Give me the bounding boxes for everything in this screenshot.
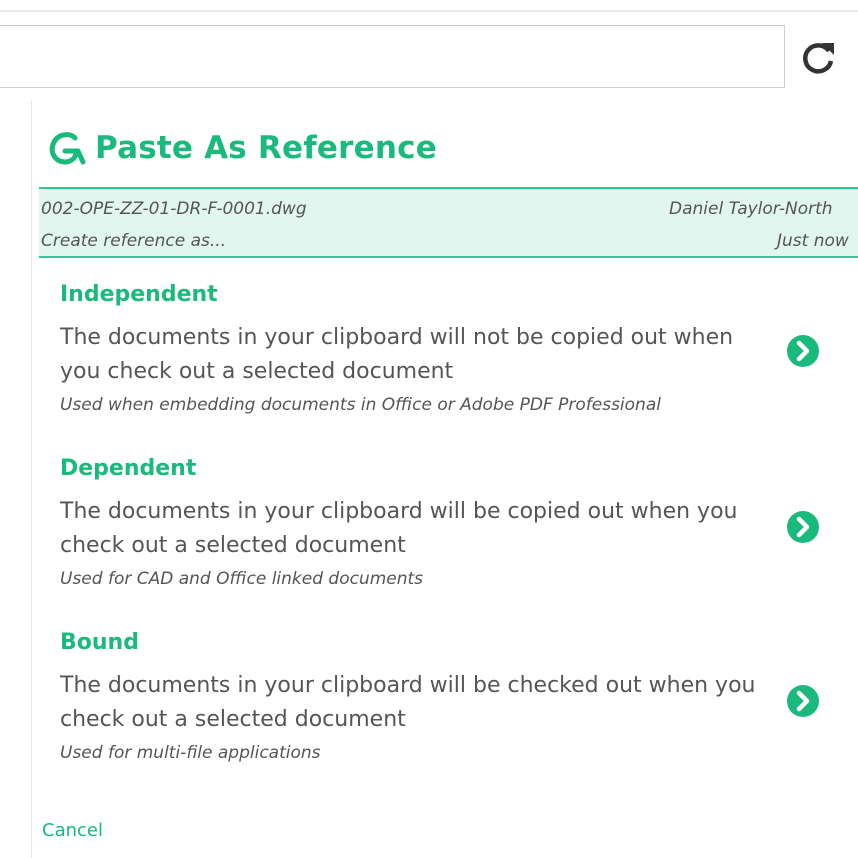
option-description: The documents in your clipboard will be …: [60, 673, 756, 732]
chevron-right-circle-icon[interactable]: [786, 510, 820, 544]
top-divider: [0, 10, 858, 12]
option-title: Bound: [60, 630, 139, 655]
cancel-link[interactable]: Cancel: [42, 820, 103, 841]
paste-as-reference-panel: Paste As Reference 002-OPE-ZZ-01-DR-F-00…: [31, 100, 858, 858]
option-description: The documents in your clipboard will be …: [60, 499, 738, 558]
g-logo-icon: [49, 132, 86, 165]
option-note: Used for multi-file applications: [60, 743, 321, 763]
dialog-header: Paste As Reference: [45, 128, 437, 168]
chevron-right-circle-icon[interactable]: [786, 684, 820, 718]
option-title: Independent: [60, 282, 218, 307]
option-title: Dependent: [60, 456, 197, 481]
chevron-right-circle-icon[interactable]: [786, 334, 820, 368]
refresh-icon: [803, 43, 834, 74]
option-bound[interactable]: Bound The documents in your clipboard wi…: [60, 630, 820, 763]
document-info-bar: 002-OPE-ZZ-01-DR-F-0001.dwg Daniel Taylo…: [39, 187, 858, 258]
reference-subtitle: Create reference as...: [41, 231, 227, 251]
refresh-button[interactable]: [796, 35, 840, 79]
document-time: Just now: [777, 231, 849, 251]
address-input[interactable]: [0, 25, 785, 88]
option-note: Used when embedding documents in Office …: [60, 395, 661, 415]
document-filename: 002-OPE-ZZ-01-DR-F-0001.dwg: [41, 199, 307, 219]
option-dependent[interactable]: Dependent The documents in your clipboar…: [60, 456, 820, 589]
option-independent[interactable]: Independent The documents in your clipbo…: [60, 282, 820, 415]
option-description: The documents in your clipboard will not…: [60, 325, 734, 384]
dialog-title: Paste As Reference: [95, 130, 437, 166]
document-user: Daniel Taylor-North: [669, 199, 833, 219]
option-note: Used for CAD and Office linked documents: [60, 569, 424, 589]
